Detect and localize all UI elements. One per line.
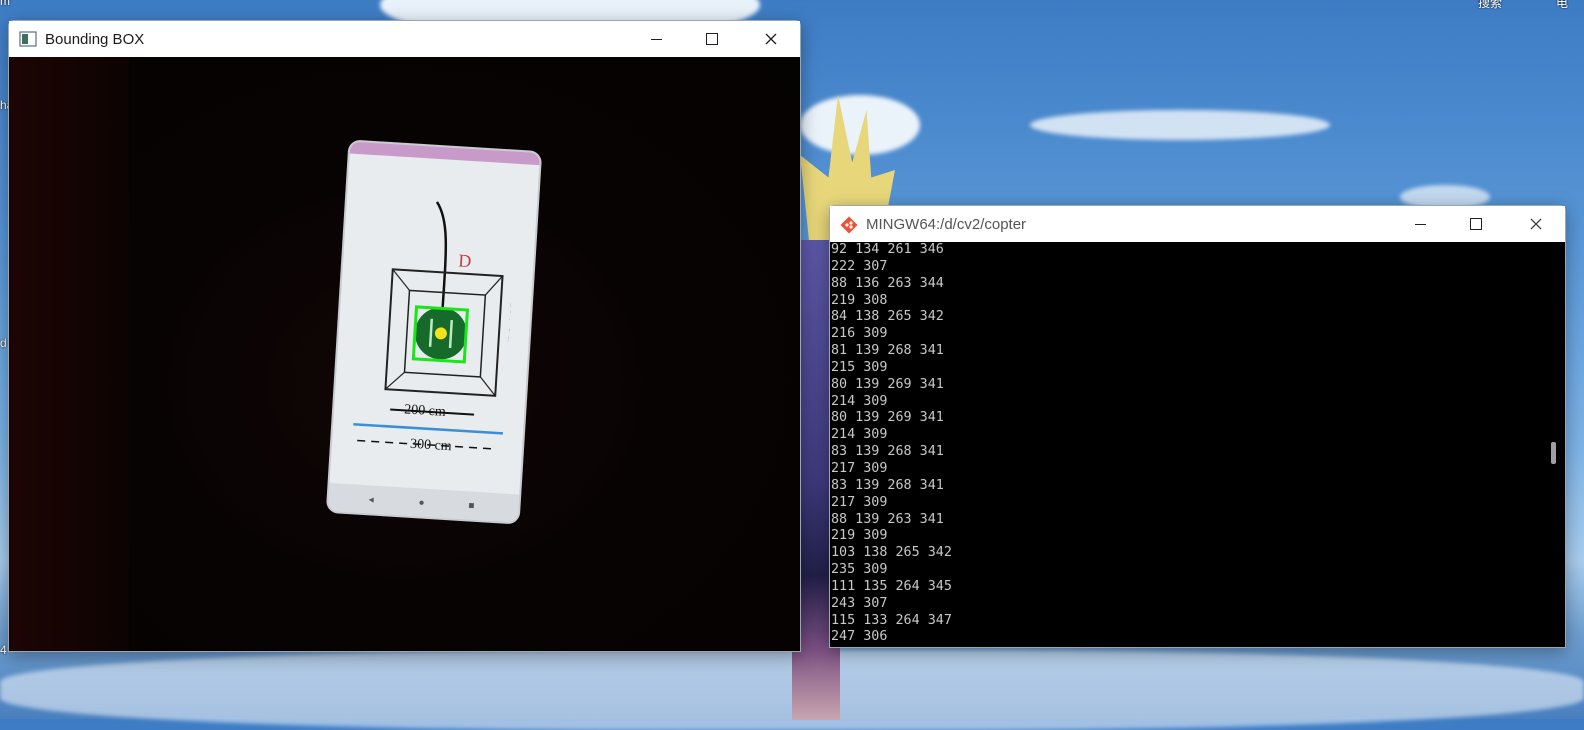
terminal-line: 247 306: [831, 629, 888, 645]
desktop-icon-label[interactable]: d: [0, 336, 7, 350]
landing-pad-drawing: D 150 cm 200 cm 300 cm: [353, 201, 517, 455]
terminal-line: 243 307: [831, 595, 888, 611]
minimize-button[interactable]: [627, 21, 685, 57]
terminal-line: 214 309: [831, 393, 888, 409]
terminal-line: 214 309: [831, 427, 888, 443]
desktop-icon-label[interactable]: m: [0, 0, 10, 8]
close-icon: [1530, 218, 1542, 230]
terminal-line: 217 309: [831, 494, 888, 510]
phone-image: D 150 cm 200 cm 300 cm ◂ ● ■: [327, 141, 541, 523]
terminal-line: 217 309: [831, 460, 888, 476]
drawing-label: D: [458, 250, 472, 271]
window-title: MINGW64:/d/cv2/copter: [866, 215, 1027, 233]
terminal-line: 84 138 265 342: [831, 309, 944, 325]
terminal-line: 83 139 268 341: [831, 444, 944, 460]
terminal-line: 219 309: [831, 528, 888, 544]
dimension-200: 200 cm: [404, 402, 447, 420]
terminal-line: 216 309: [831, 326, 888, 342]
desktop-icon-label[interactable]: 搜索: [1478, 0, 1502, 11]
desktop-icon-label[interactable]: 电: [1556, 0, 1568, 11]
git-bash-icon: [840, 216, 858, 234]
close-icon: [765, 33, 777, 45]
terminal-output[interactable]: 92 134 261 346 222 307 88 136 263 344 219 3…: [830, 242, 1565, 647]
camera-feed: D 150 cm 200 cm 300 cm ◂ ● ■: [9, 57, 800, 651]
titlebar[interactable]: Bounding BOX: [9, 21, 800, 57]
terminal-window: MINGW64:/d/cv2/copter 92 134 261 346 222 …: [829, 205, 1566, 648]
terminal-line: 92 134 261 346: [831, 242, 944, 257]
maximize-button[interactable]: [1447, 206, 1505, 242]
desktop-icon-label[interactable]: 4: [0, 643, 7, 657]
phone-status-bar: [349, 141, 541, 166]
terminal-line: 80 139 269 341: [831, 410, 944, 426]
opencv-window-icon: [19, 31, 37, 47]
terminal-line: 81 139 268 341: [831, 343, 944, 359]
home-icon: ●: [418, 497, 425, 509]
minimize-button[interactable]: [1391, 206, 1449, 242]
close-button[interactable]: [1507, 206, 1565, 242]
background-wall: [9, 57, 129, 651]
terminal-line: 88 136 263 344: [831, 275, 944, 291]
bounding-box-window: Bounding BOX D 150 cm 200 cm 300 cm ◂ ● …: [8, 20, 801, 652]
titlebar[interactable]: MINGW64:/d/cv2/copter: [830, 206, 1565, 242]
terminal-line: 83 139 268 341: [831, 477, 944, 493]
terminal-line: 235 309: [831, 562, 888, 578]
dimension-150: 150 cm: [504, 301, 517, 344]
terminal-scrollbar[interactable]: [1543, 242, 1563, 647]
terminal-line: 115 133 264 347: [831, 612, 952, 628]
maximize-button[interactable]: [683, 21, 741, 57]
terminal-line: 80 139 269 341: [831, 376, 944, 392]
scrollbar-thumb[interactable]: [1551, 442, 1556, 464]
terminal-line: 111 135 264 345: [831, 578, 952, 594]
terminal-lines: 92 134 261 346 222 307 88 136 263 344 219 3…: [830, 242, 1565, 646]
terminal-line: 222 307: [831, 258, 888, 274]
terminal-line: 219 308: [831, 292, 888, 308]
close-button[interactable]: [742, 21, 800, 57]
cloud: [1030, 110, 1330, 140]
terminal-line: 103 138 265 342: [831, 545, 952, 561]
terminal-line: 88 139 263 341: [831, 511, 944, 527]
terminal-line: 215 309: [831, 359, 888, 375]
recents-icon: ■: [468, 500, 475, 512]
phone-nav-bar: ◂ ● ■: [327, 482, 520, 523]
dimension-300: 300 cm: [410, 437, 453, 455]
back-icon: ◂: [368, 494, 374, 506]
window-title: Bounding BOX: [45, 30, 145, 48]
